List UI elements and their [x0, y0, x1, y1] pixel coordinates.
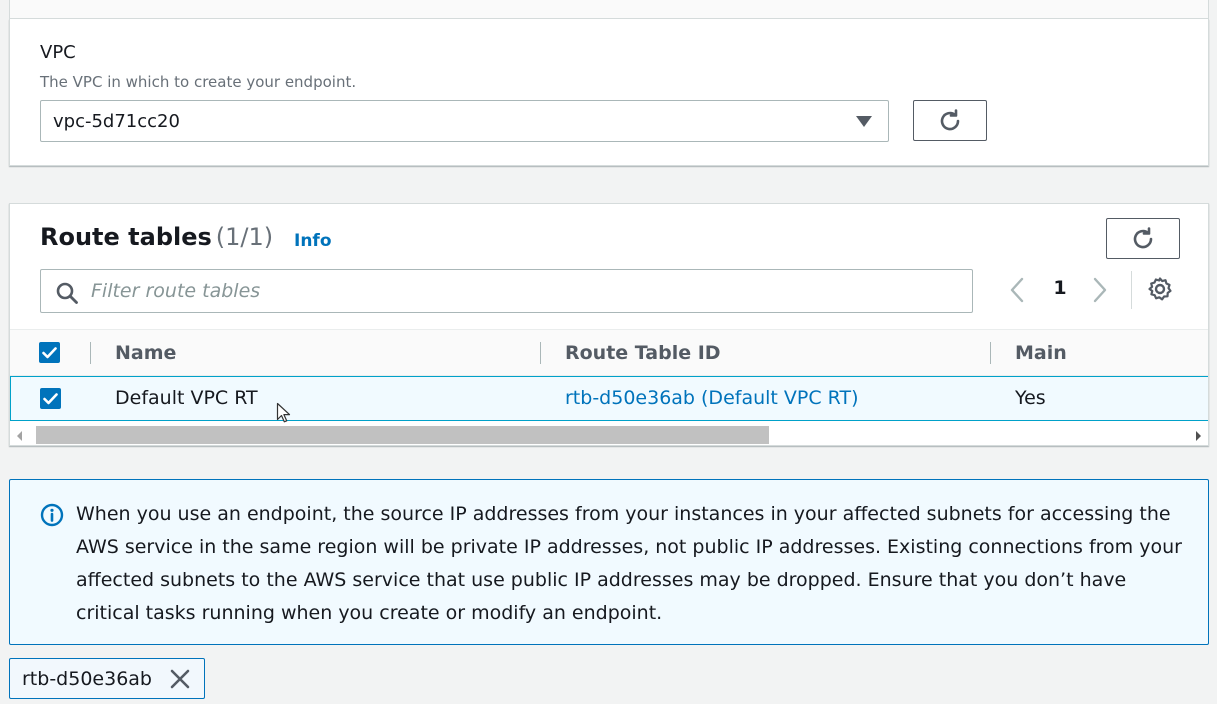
route-tables-refresh-button[interactable] — [1106, 218, 1180, 259]
chevron-left-icon[interactable] — [1008, 275, 1026, 305]
row-checkbox[interactable] — [40, 388, 61, 409]
route-tables-heading: Route tables (1/1) — [40, 223, 273, 251]
cell-route-table-id-link[interactable]: rtb-d50e36ab (Default VPC RT) — [565, 387, 859, 409]
checkmark-icon — [42, 346, 57, 358]
caret-down-icon — [856, 116, 872, 127]
scroll-right-arrow-icon[interactable] — [1196, 431, 1201, 441]
previous-section-footer — [9, 0, 1209, 19]
vpc-select[interactable]: vpc-5d71cc20 — [40, 100, 889, 142]
route-tables-panel: Route tables(1/1) Info 1 Name Route Tabl… — [9, 203, 1209, 446]
column-header-main[interactable]: Main — [1015, 342, 1067, 364]
cell-name: Default VPC RT — [115, 387, 258, 409]
route-tables-title: Route tables — [40, 223, 212, 251]
page-number[interactable]: 1 — [1052, 277, 1068, 299]
info-circle-icon — [40, 503, 64, 527]
filter-route-tables-input[interactable] — [91, 280, 972, 302]
column-header-name[interactable]: Name — [115, 342, 176, 364]
column-divider — [90, 342, 91, 364]
info-link[interactable]: Info — [294, 231, 332, 251]
info-alert: When you use an endpoint, the source IP … — [9, 479, 1209, 645]
checkmark-icon — [43, 392, 58, 404]
table-header: Name Route Table ID Main — [10, 329, 1208, 376]
column-header-route-table-id[interactable]: Route Table ID — [565, 342, 721, 364]
vpc-refresh-button[interactable] — [913, 100, 987, 141]
refresh-icon — [940, 108, 960, 130]
route-tables-count: (1/1) — [215, 223, 274, 251]
cell-main: Yes — [1015, 387, 1046, 409]
token-label: rtb-d50e36ab — [22, 667, 152, 690]
table-row[interactable]: Default VPC RT rtb-d50e36ab (Default VPC… — [10, 376, 1208, 421]
mouse-cursor-icon — [276, 402, 291, 423]
scrollbar-thumb[interactable] — [36, 426, 769, 444]
gear-icon[interactable] — [1147, 276, 1173, 302]
selected-route-table-token: rtb-d50e36ab — [9, 658, 205, 699]
column-divider — [540, 342, 541, 364]
close-icon[interactable] — [169, 668, 191, 690]
vpc-selection-panel: VPC The VPC in which to create your endp… — [9, 19, 1209, 166]
filter-route-tables-field — [40, 269, 973, 313]
vpc-selected-value: vpc-5d71cc20 — [53, 110, 180, 132]
search-icon — [56, 282, 78, 304]
vpc-description: The VPC in which to create your endpoint… — [40, 73, 357, 91]
info-alert-text: When you use an endpoint, the source IP … — [76, 503, 1182, 624]
column-divider — [990, 342, 991, 364]
pager-divider — [1131, 271, 1132, 309]
horizontal-scrollbar[interactable] — [10, 424, 1208, 445]
refresh-icon — [1133, 226, 1153, 248]
vpc-label: VPC — [40, 42, 76, 63]
scroll-left-arrow-icon[interactable] — [17, 431, 22, 441]
chevron-right-icon[interactable] — [1091, 275, 1109, 305]
select-all-checkbox[interactable] — [39, 342, 60, 363]
